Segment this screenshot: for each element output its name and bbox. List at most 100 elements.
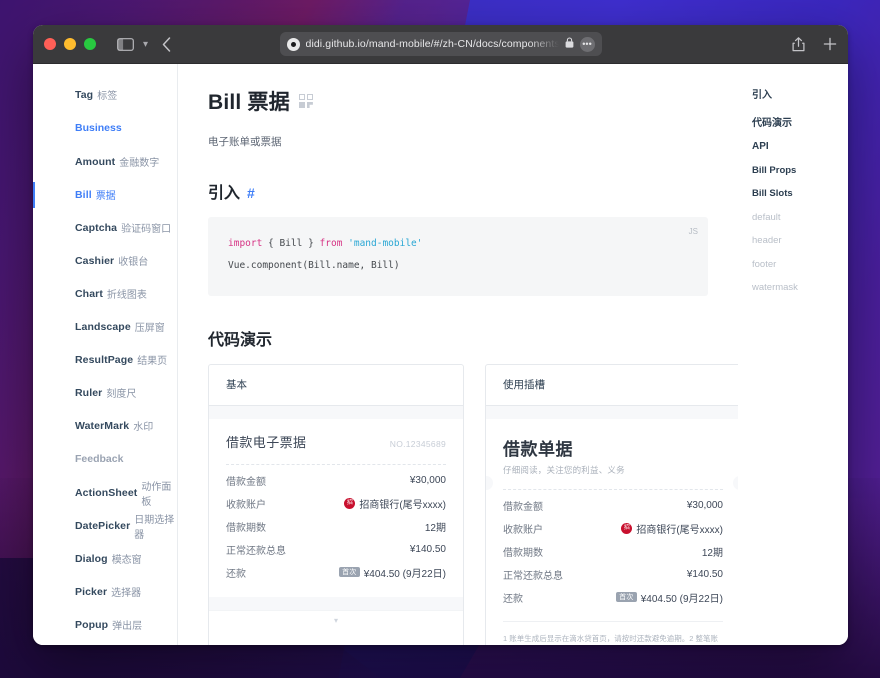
sidebar-item-amount[interactable]: Amount金融数字 bbox=[33, 145, 177, 178]
sidebar-item-datepicker[interactable]: DatePicker 日期选择器 bbox=[33, 509, 177, 542]
page-menu-icon[interactable]: ••• bbox=[580, 37, 595, 52]
sidebar-item-label-cn: 压屏窗 bbox=[135, 319, 165, 334]
sidebar-item-label-cn: 标签 bbox=[97, 87, 117, 102]
bill-row: 还款 首次¥404.50 (9月22日) bbox=[503, 586, 723, 609]
sidebar-item-label-en: ResultPage bbox=[75, 354, 133, 366]
bank-logo-icon: 招 bbox=[621, 523, 632, 534]
toc-item[interactable]: 引入 bbox=[752, 86, 848, 101]
sidebar-item-watermark[interactable]: WaterMark水印 bbox=[33, 409, 177, 442]
bill-row-label: 还款 bbox=[503, 590, 523, 605]
toc-item[interactable]: header bbox=[752, 235, 848, 246]
lock-icon bbox=[565, 37, 574, 51]
minimize-window-button[interactable] bbox=[64, 38, 76, 50]
sidebar-toggle-icon[interactable] bbox=[117, 38, 134, 51]
sidebar-item-tag[interactable]: Tag标签 bbox=[33, 78, 177, 111]
sidebar-item-actionsheet[interactable]: ActionSheet动作面板 bbox=[33, 476, 177, 509]
section-heading-demo: 代码演示 bbox=[208, 326, 708, 350]
sidebar-item-label-en: Chart bbox=[75, 288, 103, 300]
sidebar-item-picker[interactable]: Picker选择器 bbox=[33, 575, 177, 608]
sidebar-item-dialog[interactable]: Dialog模态窗 bbox=[33, 542, 177, 575]
chevron-down-icon[interactable]: ▾ bbox=[143, 39, 148, 50]
main-content: Bill 票据 电子账单或票据 引入 # JS import { Bill } … bbox=[178, 64, 738, 645]
bill-row-value: ¥30,000 bbox=[687, 500, 723, 511]
sidebar-group-label: Business bbox=[75, 122, 122, 134]
sidebar-item-label-cn: 弹出层 bbox=[112, 617, 142, 632]
toc-item[interactable]: default bbox=[752, 212, 848, 223]
sidebar-item-landscape[interactable]: Landscape 压屏窗 bbox=[33, 310, 177, 343]
sidebar-item-label-en: Picker bbox=[75, 586, 107, 598]
sidebar-item-label-en: Cashier bbox=[75, 255, 114, 267]
bill-row-label: 还款 bbox=[226, 565, 246, 580]
sidebar-item-label-en: Bill bbox=[75, 189, 92, 201]
plus-icon[interactable] bbox=[823, 37, 837, 51]
bill-row-value: ¥140.50 bbox=[687, 569, 723, 580]
toc-item[interactable]: Bill Props bbox=[752, 165, 848, 176]
sidebar-item-label-cn: 动作面板 bbox=[141, 478, 177, 508]
bill-row-value: ¥404.50 (9月22日) bbox=[641, 590, 723, 605]
sidebar-item-popup[interactable]: Popup弹出层 bbox=[33, 608, 177, 641]
bill-divider bbox=[503, 489, 723, 490]
bill-spacer bbox=[226, 584, 446, 597]
sidebar-item-label-cn: 金融数字 bbox=[119, 154, 159, 169]
anchor-link[interactable]: # bbox=[247, 185, 255, 201]
sidebar-item-label-en: Landscape bbox=[75, 321, 131, 333]
maximize-window-button[interactable] bbox=[84, 38, 96, 50]
sidebar-item-cashier[interactable]: Cashier收银台 bbox=[33, 244, 177, 277]
sidebar-group-feedback[interactable]: Feedback bbox=[33, 442, 177, 476]
bill-row-value: 12期 bbox=[425, 519, 446, 534]
toc-item[interactable]: footer bbox=[752, 259, 848, 270]
address-bar[interactable]: didi.github.io/mand-mobile/#/zh-CN/docs/… bbox=[280, 32, 602, 56]
bill-number: NO.12345689 bbox=[390, 439, 446, 449]
bill-expand-toggle[interactable]: ▾ bbox=[209, 610, 463, 631]
bill-header: 借款电子票据 NO.12345689 bbox=[226, 419, 446, 451]
sidebar-item-ruler[interactable]: Ruler刻度尺 bbox=[33, 376, 177, 409]
browser-titlebar: ▾ didi.github.io/mand-mobile/#/zh-CN/doc… bbox=[33, 25, 848, 64]
sidebar-item-label-en: DatePicker bbox=[75, 520, 130, 532]
close-window-button[interactable] bbox=[44, 38, 56, 50]
sidebar-item-label-cn: 日期选择器 bbox=[134, 511, 177, 541]
section-heading-import: 引入 # bbox=[208, 179, 708, 203]
sidebar-item-chart[interactable]: Chart折线图表 bbox=[33, 277, 177, 310]
window-controls bbox=[44, 38, 96, 50]
code-module-string: 'mand-mobile' bbox=[342, 238, 422, 249]
toc-item[interactable]: watermask bbox=[752, 282, 848, 293]
url-text: didi.github.io/mand-mobile/#/zh-CN/docs/… bbox=[306, 38, 559, 50]
first-payment-badge: 首次 bbox=[339, 567, 360, 577]
bill-row-value: ¥140.50 bbox=[410, 544, 446, 555]
bill-row-value: ¥404.50 (9月22日) bbox=[364, 565, 446, 580]
sidebar-item-label-cn: 验证码窗口 bbox=[121, 220, 171, 235]
sidebar-item-label-en: WaterMark bbox=[75, 420, 129, 432]
toc-item[interactable]: 代码演示 bbox=[752, 114, 848, 129]
code-keyword-import: import bbox=[228, 238, 262, 249]
bill-subtitle: 仔细阅读，关注您的利益、义务 bbox=[503, 464, 723, 476]
bill-row-label: 借款金额 bbox=[503, 498, 543, 513]
left-sidebar-nav[interactable]: Tag标签 Business Amount金融数字 Bill 票据 Captcha验证码窗… bbox=[33, 64, 178, 645]
sidebar-item-selector[interactable]: Selector列表选择器 bbox=[33, 641, 177, 645]
bill-notch-right bbox=[733, 476, 738, 490]
bill-title: 借款电子票据 bbox=[226, 432, 306, 451]
sidebar-item-bill[interactable]: Bill 票据 bbox=[33, 178, 177, 211]
browser-window: ▾ didi.github.io/mand-mobile/#/zh-CN/doc… bbox=[33, 25, 848, 645]
bill-row-label: 正常还款总息 bbox=[503, 567, 563, 582]
bill-row-label: 借款金额 bbox=[226, 473, 266, 488]
sidebar-item-resultpage[interactable]: ResultPage结果页 bbox=[33, 343, 177, 376]
code-import-binding: { Bill } bbox=[262, 238, 319, 249]
bill-row: 借款期数 12期 bbox=[226, 515, 446, 538]
back-arrow-icon[interactable] bbox=[162, 37, 171, 52]
toc-item[interactable]: Bill Slots bbox=[752, 188, 848, 199]
bill-row-value-wrap: 招招商银行(尾号xxxx) bbox=[344, 496, 446, 511]
sidebar-item-label-cn: 票据 bbox=[96, 187, 116, 202]
bill-row-value: 招商银行(尾号xxxx) bbox=[636, 521, 723, 536]
sidebar-group-business[interactable]: Business bbox=[33, 111, 177, 145]
bill-row-label: 借款期数 bbox=[226, 519, 266, 534]
bill-row: 收款账户招招商银行(尾号xxxx) bbox=[226, 492, 446, 515]
sidebar-item-captcha[interactable]: Captcha验证码窗口 bbox=[33, 211, 177, 244]
bill-row-value-wrap: ¥140.50 bbox=[687, 569, 723, 580]
share-icon[interactable] bbox=[792, 37, 805, 52]
toc-item[interactable]: API bbox=[752, 141, 848, 152]
bill-row-value-wrap: 首次¥404.50 (9月22日) bbox=[616, 590, 723, 605]
bill-row-label: 借款期数 bbox=[503, 544, 543, 559]
code-line-2: Vue.component(Bill.name, Bill) bbox=[228, 255, 688, 277]
bill-widget: 借款电子票据NO.12345689借款金额¥30,000收款账户招招商银行(尾号… bbox=[209, 419, 463, 597]
table-of-contents[interactable]: 引入代码演示 API Bill Props Bill Slots default head… bbox=[738, 64, 848, 645]
